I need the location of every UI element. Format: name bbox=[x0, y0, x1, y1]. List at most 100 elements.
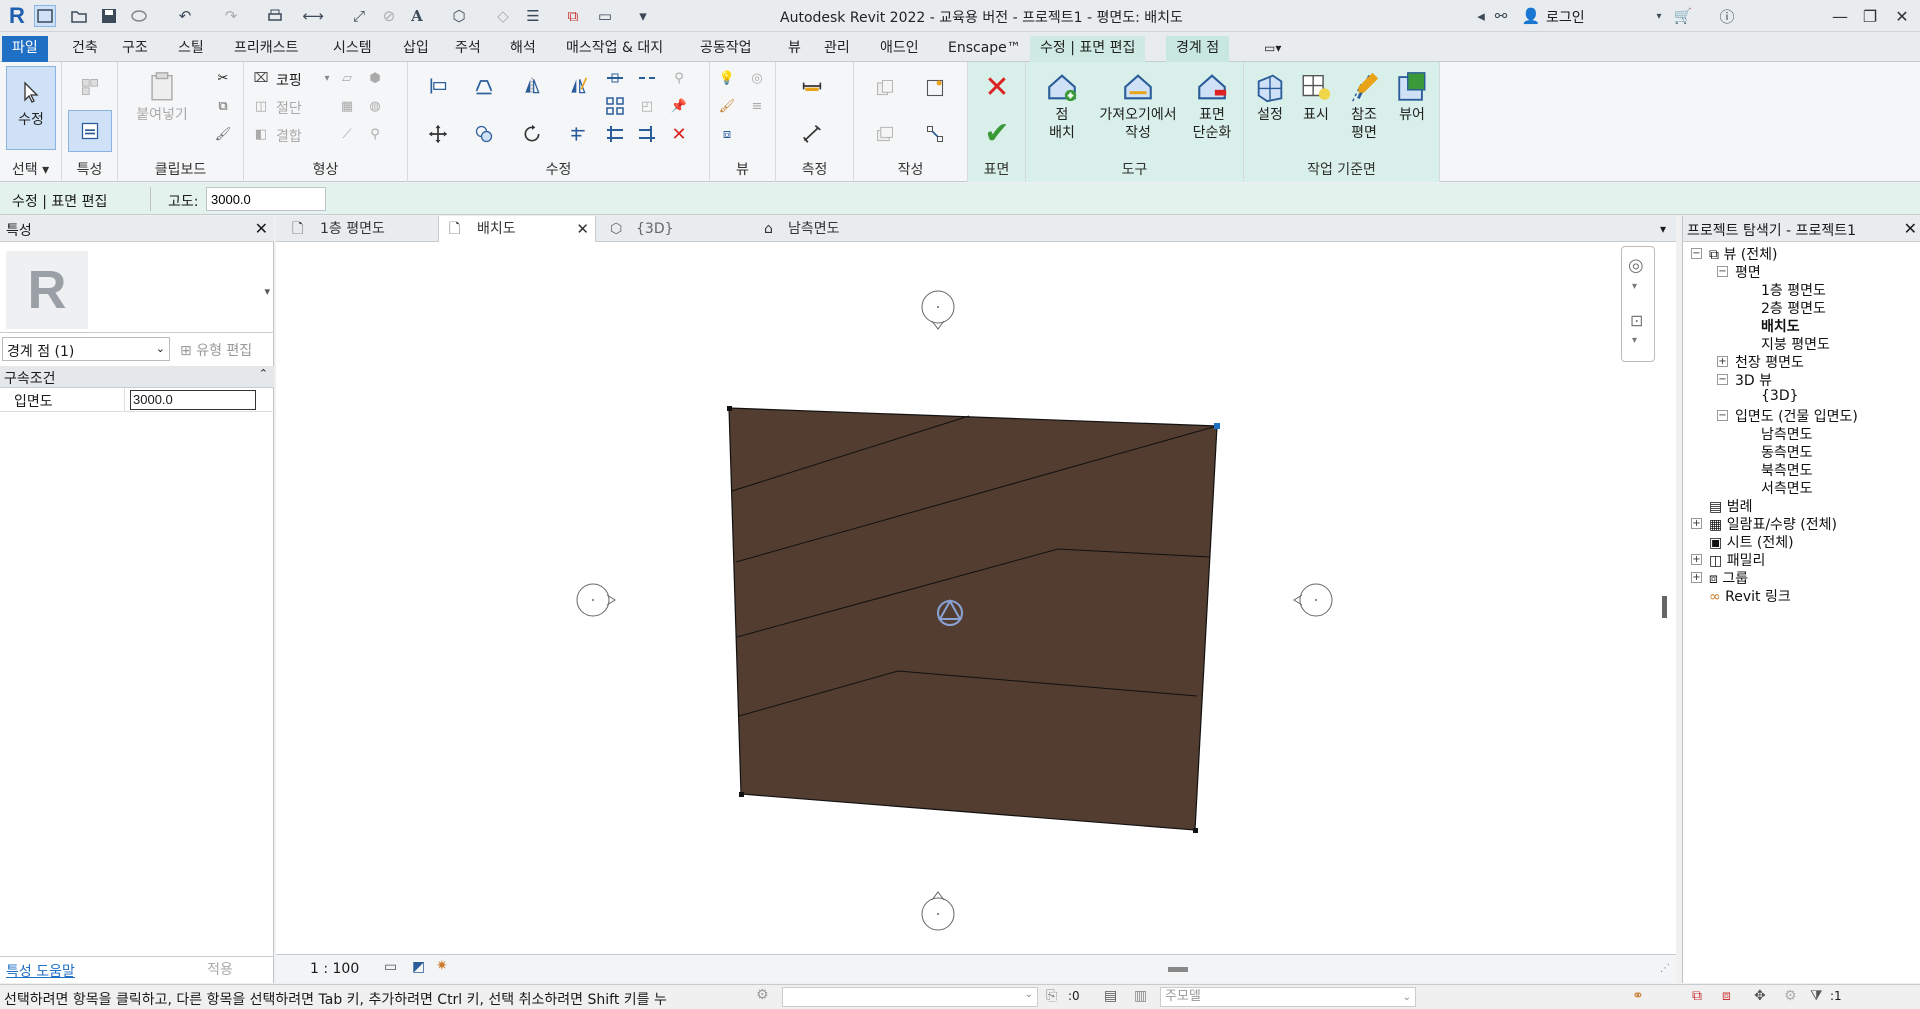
help-icon[interactable]: ⓘ bbox=[1716, 5, 1738, 27]
binoculars-icon[interactable]: ⚯ bbox=[1490, 5, 1512, 27]
tree-item-roof-plan[interactable]: 지붕 평면도 bbox=[1761, 334, 1830, 354]
unpin-icon[interactable]: ⚲ bbox=[666, 66, 692, 90]
text-icon[interactable]: A bbox=[406, 5, 428, 27]
close-hidden-icon[interactable]: ⧉ bbox=[562, 5, 584, 27]
view-tab-south-elevation[interactable]: ⌂ 남측면도 bbox=[750, 216, 910, 242]
tab-view[interactable]: 뷰 bbox=[778, 36, 811, 62]
editable-only-icon[interactable]: ⎘ bbox=[1046, 988, 1057, 1004]
revit-logo-icon[interactable]: R bbox=[4, 3, 30, 28]
collapse-toggle-icon[interactable]: − bbox=[1717, 266, 1728, 277]
tab-addins[interactable]: 애드인 bbox=[870, 36, 929, 62]
tree-item-plans[interactable]: 평면 bbox=[1735, 262, 1761, 282]
cut-geometry-icon[interactable]: ◫ bbox=[248, 94, 274, 118]
copy-icon[interactable]: ⧉ bbox=[210, 94, 236, 118]
view-scale[interactable]: 1 : 100 bbox=[310, 961, 359, 977]
tree-item-south[interactable]: 남측면도 bbox=[1761, 424, 1813, 444]
create-group-icon[interactable] bbox=[864, 114, 906, 154]
undo-icon[interactable]: ↶ bbox=[174, 5, 196, 27]
move-icon[interactable] bbox=[418, 116, 458, 152]
tabs-dropdown-icon[interactable]: ▾ bbox=[1660, 216, 1666, 242]
tag-icon[interactable]: ⊘ bbox=[378, 5, 400, 27]
wall-profile-icon[interactable]: ⚲ bbox=[362, 122, 388, 146]
mirror-draw-axis-icon[interactable] bbox=[558, 68, 598, 104]
tree-item-north[interactable]: 북측면도 bbox=[1761, 460, 1813, 480]
switch-windows-icon[interactable]: ▭ bbox=[594, 5, 616, 27]
demolish-icon[interactable]: ▦ bbox=[334, 94, 360, 118]
detail-level-icon[interactable]: ▭ bbox=[384, 959, 397, 975]
view-tab-1f-plan[interactable]: 🗋 1층 평면도 bbox=[282, 216, 440, 242]
paint-icon[interactable]: ◍ bbox=[362, 94, 388, 118]
tree-item-2f-plan[interactable]: 2층 평면도 bbox=[1761, 298, 1826, 318]
tab-insert[interactable]: 삽입 bbox=[393, 36, 439, 62]
tree-item-3d[interactable]: {3D} bbox=[1761, 388, 1799, 404]
customize-qat-icon[interactable]: ▾ bbox=[632, 5, 654, 27]
drag-elements-icon[interactable]: ⚙ bbox=[1784, 988, 1797, 1004]
cut-icon[interactable]: ✂ bbox=[210, 66, 236, 90]
type-dropdown-icon[interactable]: ▾ bbox=[264, 285, 270, 298]
remove-paint-icon[interactable]: ⟋ bbox=[334, 122, 360, 146]
expand-toggle-icon[interactable]: + bbox=[1691, 554, 1702, 565]
panel-label-select[interactable]: 선택 ▾ bbox=[0, 159, 61, 179]
tree-item-revit-links[interactable]: ∞ Revit 링크 bbox=[1709, 586, 1791, 606]
split-gap-icon[interactable] bbox=[634, 66, 660, 90]
close-browser-icon[interactable]: ✕ bbox=[1904, 219, 1917, 238]
close-tab-icon[interactable]: ✕ bbox=[576, 216, 589, 242]
expand-toggle-icon[interactable]: + bbox=[1691, 518, 1702, 529]
create-from-import-button[interactable]: 가져오기에서 작성 bbox=[1086, 68, 1190, 142]
tree-item-3d-views[interactable]: 3D 뷰 bbox=[1735, 370, 1772, 390]
param-value-input[interactable]: 3000.0 bbox=[130, 390, 256, 410]
tree-item-ceiling-plans[interactable]: 천장 평면도 bbox=[1735, 352, 1804, 372]
expand-toggle-icon[interactable]: + bbox=[1717, 356, 1728, 367]
show-workplane-button[interactable]: 표시 bbox=[1294, 68, 1338, 124]
tree-item-site-plan[interactable]: 배치도 bbox=[1761, 316, 1800, 336]
view-tab-site-plan[interactable]: 🗋 배치도 ✕ bbox=[438, 216, 596, 242]
split-face-icon[interactable]: ⬢ bbox=[362, 66, 388, 90]
view-override-icon[interactable]: ◎ bbox=[744, 66, 770, 90]
close-properties-icon[interactable]: ✕ bbox=[255, 219, 268, 238]
restore-icon[interactable]: ❐ bbox=[1856, 4, 1884, 28]
3d-view-icon[interactable]: ⬡ bbox=[448, 5, 470, 27]
tab-manage[interactable]: 관리 bbox=[814, 36, 860, 62]
type-properties-icon[interactable] bbox=[70, 68, 110, 106]
tab-annotate[interactable]: 주석 bbox=[445, 36, 491, 62]
collapse-toggle-icon[interactable]: − bbox=[1717, 374, 1728, 385]
tree-item-east[interactable]: 동측면도 bbox=[1761, 442, 1813, 462]
select-links-icon[interactable]: ⚭ bbox=[1632, 988, 1644, 1004]
close-icon[interactable]: ✕ bbox=[1888, 4, 1916, 28]
create-parts-icon[interactable] bbox=[914, 68, 956, 108]
viewer-button[interactable]: 뷰어 bbox=[1390, 68, 1434, 124]
select-underlay-icon[interactable]: ⧉ bbox=[1692, 988, 1702, 1004]
split-element-icon[interactable] bbox=[602, 66, 628, 90]
tab-architecture[interactable]: 건축 bbox=[62, 36, 108, 62]
tab-boundary-point[interactable]: 경계 점 bbox=[1166, 36, 1230, 62]
tab-steel[interactable]: 스틸 bbox=[168, 36, 214, 62]
trim-multiple-icon[interactable] bbox=[602, 122, 628, 146]
measure-distance-icon[interactable] bbox=[792, 68, 832, 104]
collapse-icon[interactable]: ⌃ bbox=[259, 367, 268, 380]
redo-icon[interactable]: ↷ bbox=[220, 5, 242, 27]
set-workplane-button[interactable]: 설정 bbox=[1248, 68, 1292, 124]
save-icon[interactable] bbox=[98, 5, 120, 27]
tree-item-legends[interactable]: ▤ 범례 bbox=[1709, 496, 1752, 516]
worksets-icon[interactable]: ⚙ bbox=[756, 987, 769, 1003]
wall-join-icon[interactable]: ▱ bbox=[334, 66, 360, 90]
sync-icon[interactable] bbox=[128, 5, 150, 27]
pin-icon[interactable]: 📌 bbox=[666, 94, 692, 118]
match-properties-icon[interactable]: 🖌 bbox=[210, 122, 236, 146]
tab-systems[interactable]: 시스템 bbox=[323, 36, 382, 62]
design-option-select[interactable]: 주모델 ⌄ bbox=[1160, 987, 1416, 1007]
delete-icon[interactable]: ✕ bbox=[666, 122, 692, 146]
collapse-toggle-icon[interactable]: − bbox=[1691, 248, 1702, 259]
dimension-icon[interactable]: ⤢ bbox=[348, 5, 370, 27]
filter-icon[interactable]: ⧩ bbox=[1810, 988, 1823, 1004]
measure-icon[interactable]: ⟷ bbox=[302, 5, 324, 27]
override-lines-icon[interactable]: ≡ bbox=[744, 94, 770, 118]
join-icon[interactable]: ◧ bbox=[248, 122, 274, 146]
select-by-face-icon[interactable]: ✥ bbox=[1754, 988, 1766, 1004]
select-pinned-icon[interactable]: ⧈ bbox=[1722, 988, 1731, 1004]
minimize-icon[interactable]: — bbox=[1826, 4, 1854, 28]
bulb-icon[interactable]: 💡 bbox=[714, 66, 740, 90]
tab-collaborate[interactable]: 공동작업 bbox=[690, 36, 762, 62]
tree-item-1f-plan[interactable]: 1층 평면도 bbox=[1761, 280, 1826, 300]
paste-button[interactable]: 붙여넣기 bbox=[132, 68, 192, 124]
